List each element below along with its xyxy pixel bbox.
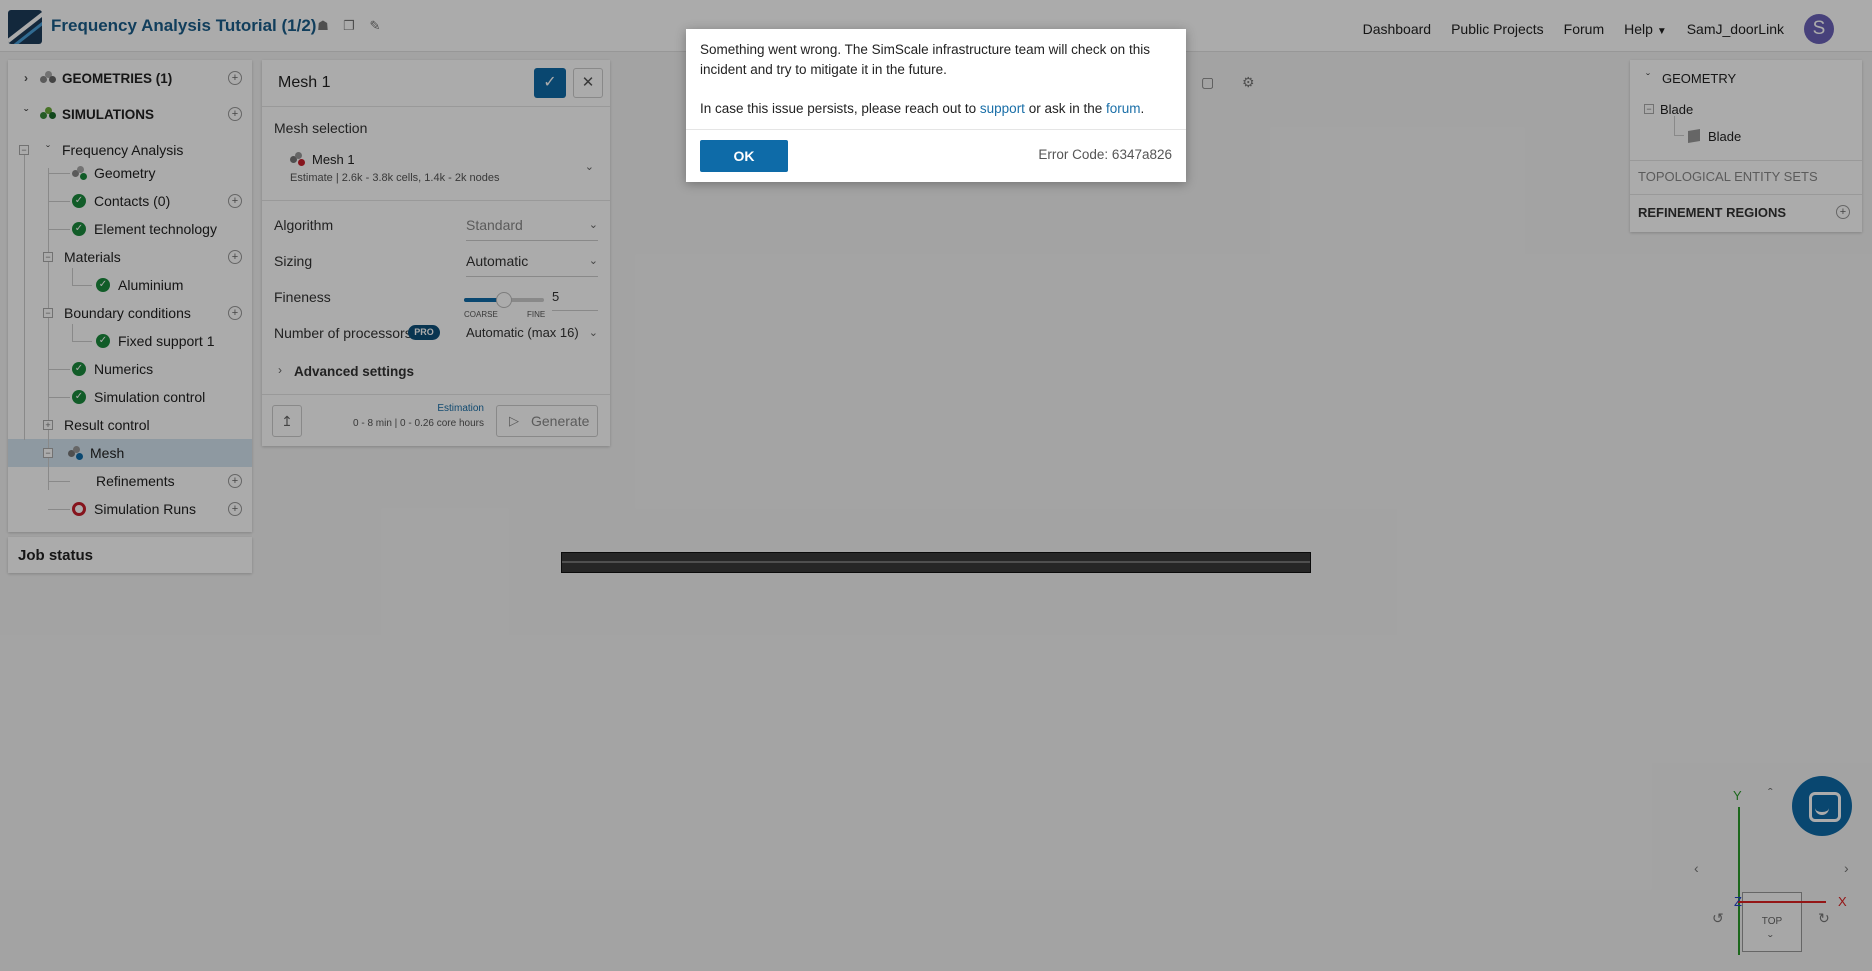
ok-button[interactable]: OK	[700, 140, 788, 172]
forum-link[interactable]: forum	[1106, 101, 1141, 116]
support-link[interactable]: support	[980, 101, 1025, 116]
app-root: Frequency Analysis Tutorial (1/2) ☗ ❐ ✎ …	[0, 0, 1872, 971]
error-help-text: In case this issue persists, please reac…	[700, 101, 1145, 116]
error-message: Something went wrong. The SimScale infra…	[700, 42, 1150, 77]
error-code: Error Code: 6347a826	[1038, 147, 1172, 162]
error-dialog: Something went wrong. The SimScale infra…	[686, 29, 1186, 182]
